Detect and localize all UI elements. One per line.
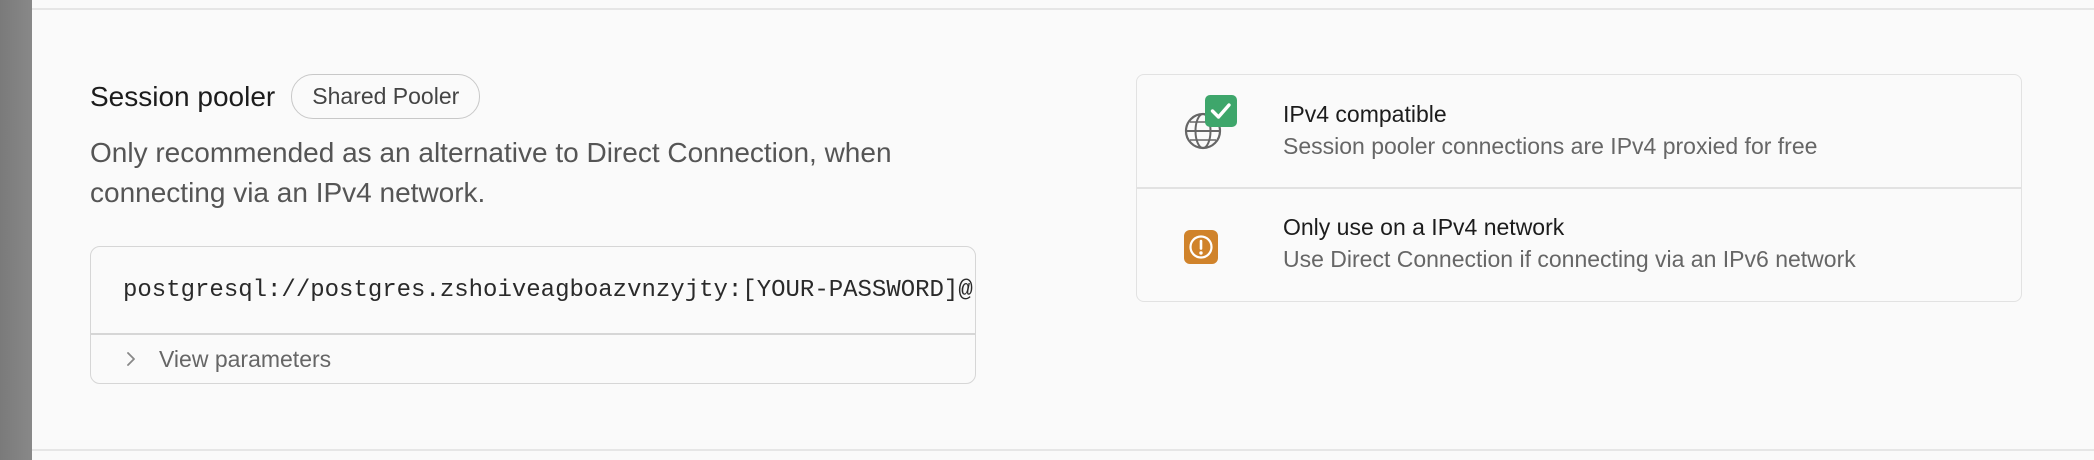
warning-icon xyxy=(1184,230,1218,264)
shared-pooler-badge: Shared Pooler xyxy=(291,74,481,119)
ipv4-only-title: Only use on a IPv4 network xyxy=(1283,214,1565,240)
connection-string-box: postgresql://postgres.zshoiveagboazvnzyj… xyxy=(90,246,976,384)
view-parameters-toggle[interactable]: View parameters xyxy=(91,335,975,383)
section-header: Session pooler Shared Pooler xyxy=(90,74,481,119)
section-description: Only recommended as an alternative to Di… xyxy=(90,137,892,208)
connection-panel: Session pooler Shared Pooler Only recomm… xyxy=(32,0,2094,460)
globe-check-icon xyxy=(1184,95,1237,150)
chevron-right-icon xyxy=(127,352,135,366)
compatibility-info-card: IPv4 compatible Session pooler connectio… xyxy=(1136,74,2022,302)
ipv4-compatible-title: IPv4 compatible xyxy=(1283,101,1447,127)
panel-divider-bottom xyxy=(32,449,2094,451)
panel-divider-top xyxy=(32,8,2094,10)
info-row-ipv4-only: Only use on a IPv4 network Use Direct Co… xyxy=(1137,188,2021,300)
info-row-ipv4-compatible: IPv4 compatible Session pooler connectio… xyxy=(1137,75,2021,187)
connection-string[interactable]: postgresql://postgres.zshoiveagboazvnzyj… xyxy=(123,277,973,304)
ipv4-compatible-subtitle: Session pooler connections are IPv4 prox… xyxy=(1283,133,1818,159)
section-title: Session pooler xyxy=(90,80,276,112)
ipv4-only-subtitle: Use Direct Connection if connecting via … xyxy=(1283,246,1856,272)
view-parameters-label: View parameters xyxy=(159,345,332,372)
